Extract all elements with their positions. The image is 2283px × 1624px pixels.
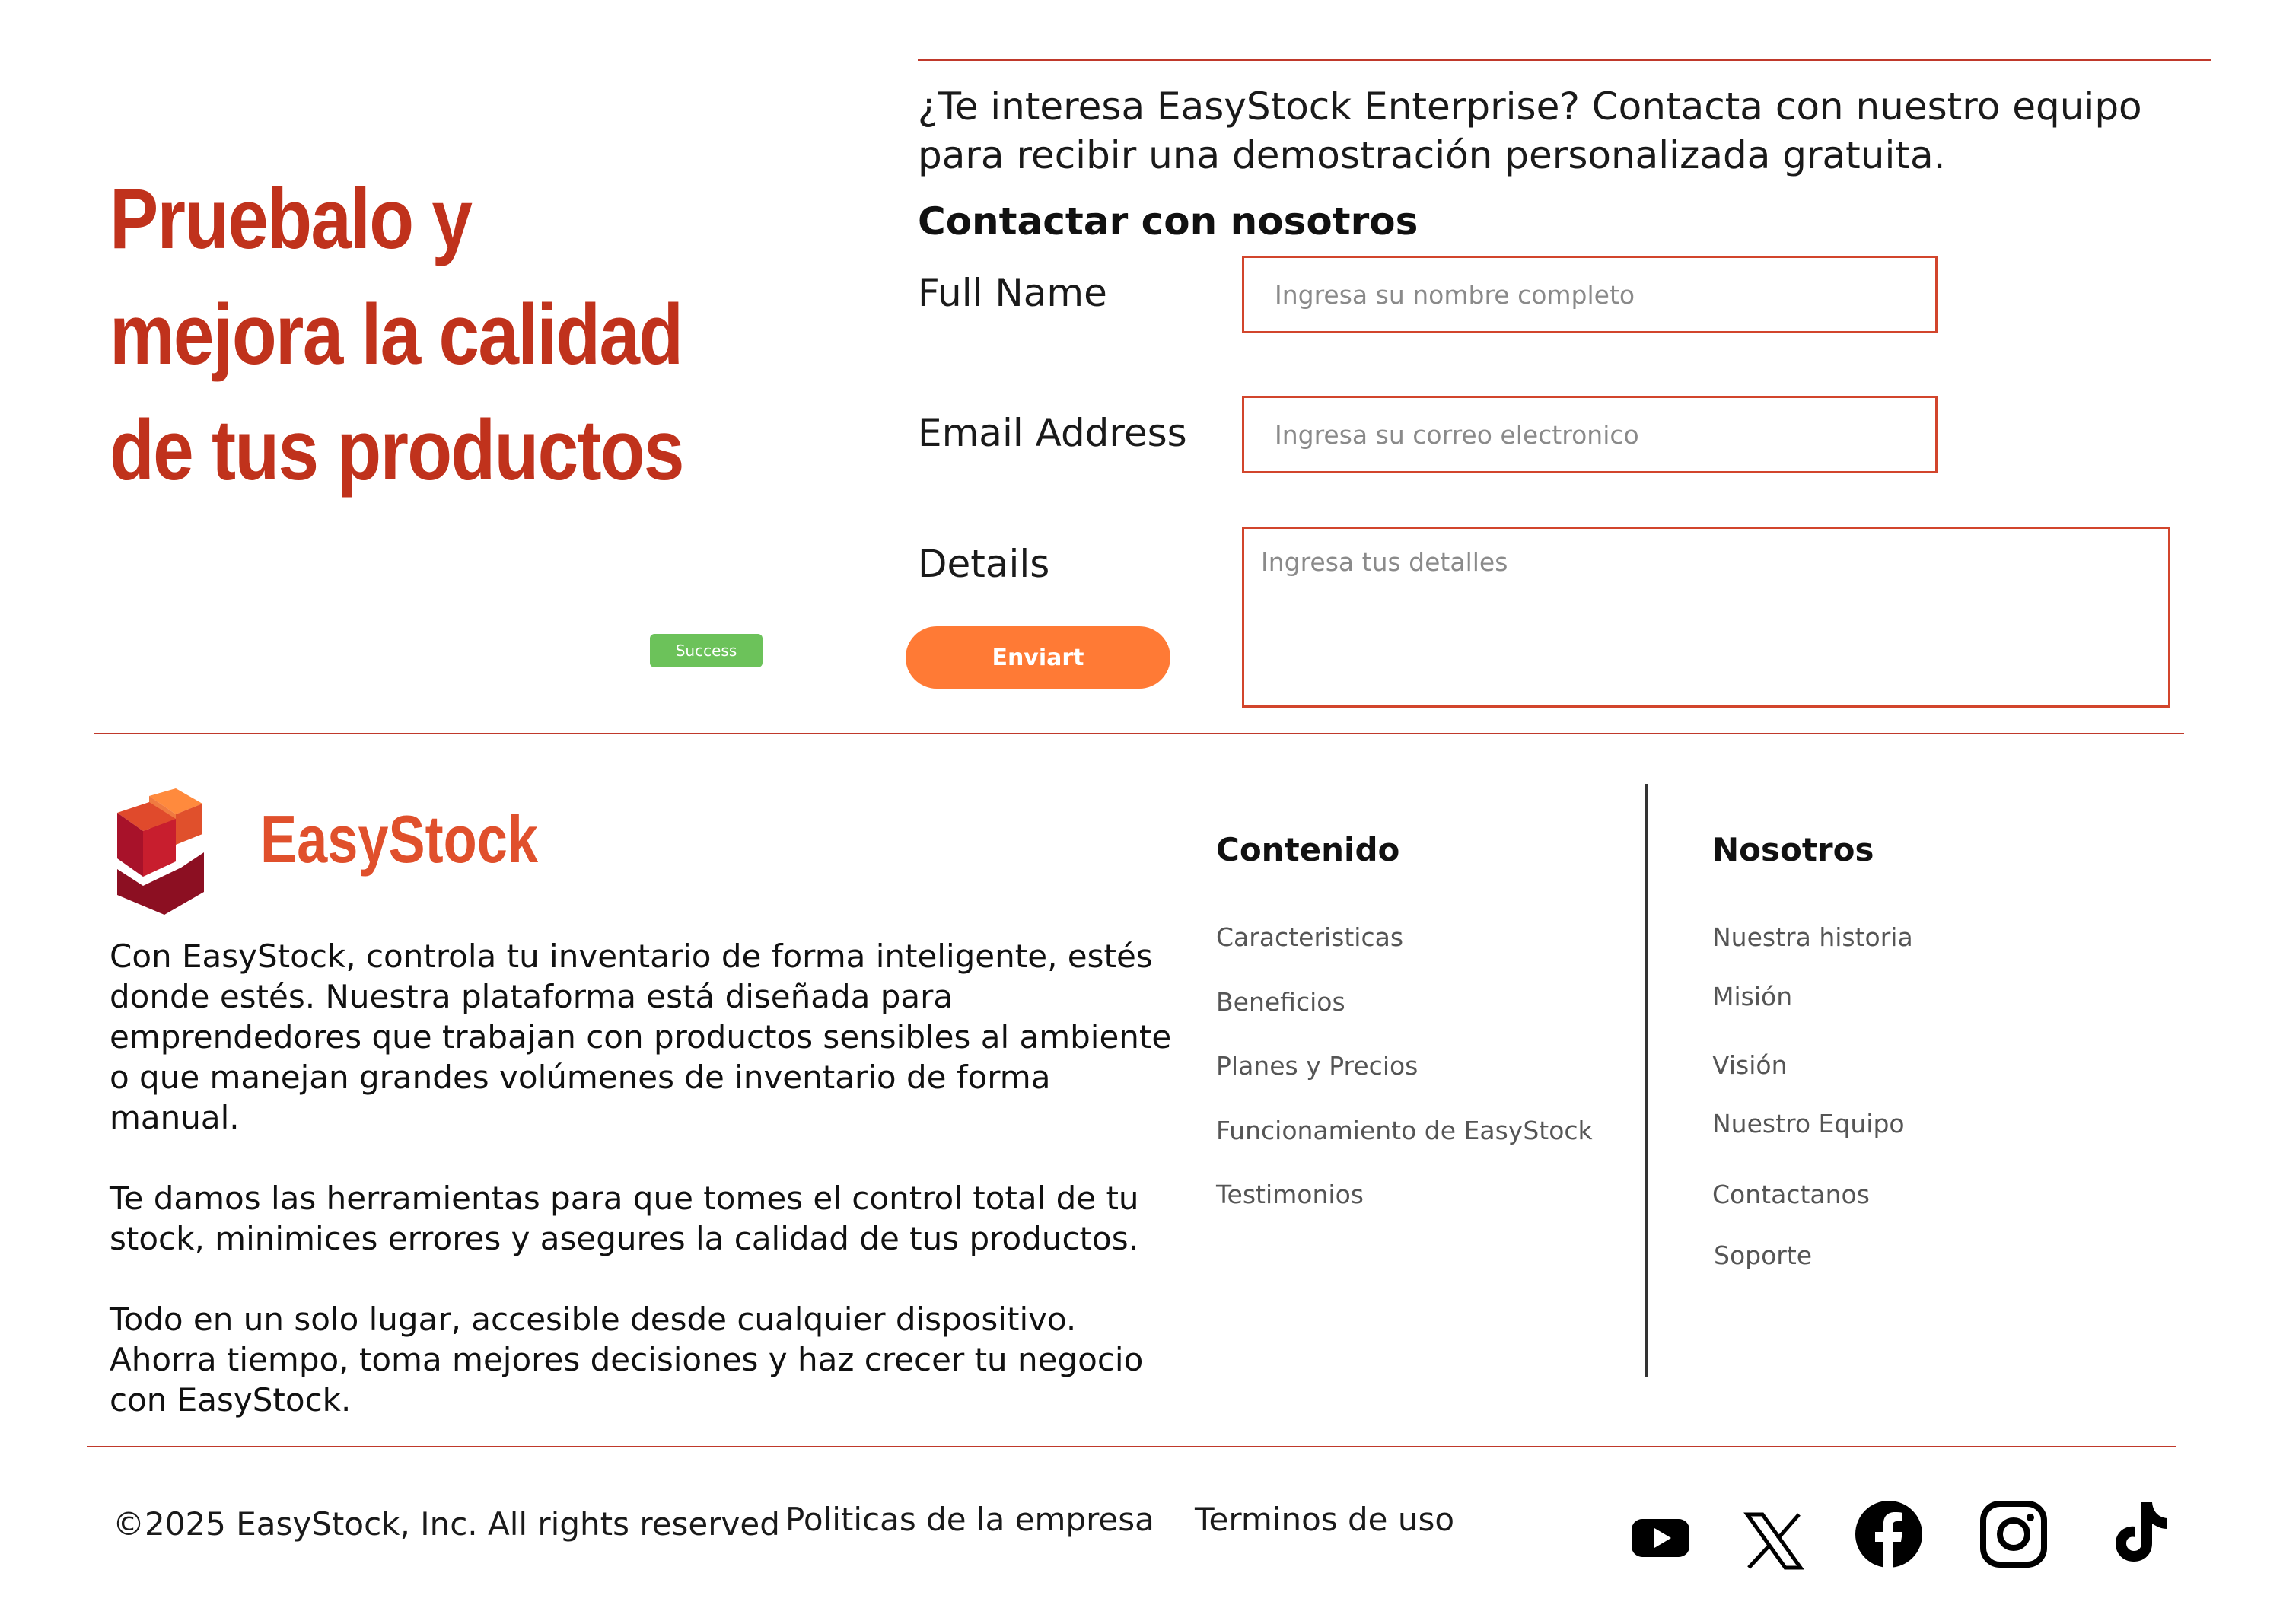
details-field[interactable]: Ingresa tus detalles xyxy=(1242,527,2170,708)
details-placeholder: Ingresa tus detalles xyxy=(1261,547,1508,577)
hero-title-line-1: Pruebalo y xyxy=(110,171,473,266)
full-name-label: Full Name xyxy=(918,271,1107,315)
about-text: Con EasyStock, controla tu inventario de… xyxy=(110,936,1190,1460)
contenido-link-planes[interactable]: Planes y Precios xyxy=(1216,1051,1418,1081)
nosotros-link-soporte[interactable]: Soporte xyxy=(1714,1240,1812,1270)
nosotros-link-historia[interactable]: Nuestra historia xyxy=(1712,922,1913,952)
nosotros-link-mision[interactable]: Misión xyxy=(1712,982,1792,1011)
contact-intro: ¿Te interesa EasyStock Enterprise? Conta… xyxy=(918,84,2142,177)
facebook-icon[interactable] xyxy=(1854,1499,1924,1569)
x-icon[interactable] xyxy=(1738,1505,1808,1575)
contenido-link-testimonios[interactable]: Testimonios xyxy=(1216,1180,1364,1209)
instagram-icon[interactable] xyxy=(1979,1499,2049,1569)
full-name-field[interactable]: Ingresa su nombre completo xyxy=(1242,256,1938,333)
submit-button[interactable]: Enviart xyxy=(906,626,1170,689)
contenido-link-caracteristicas[interactable]: Caracteristicas xyxy=(1216,922,1403,952)
about-paragraph-1: Con EasyStock, controla tu inventario de… xyxy=(110,938,1172,1136)
nosotros-link-vision[interactable]: Visión xyxy=(1712,1050,1787,1080)
contenido-heading: Contenido xyxy=(1216,831,1400,868)
hero-title-line-3: de tus productos xyxy=(110,403,684,498)
stacked-cubes-icon xyxy=(117,788,204,915)
about-paragraph-2: Te damos las herramientas para que tomes… xyxy=(110,1180,1139,1257)
nosotros-link-contactanos[interactable]: Contactanos xyxy=(1712,1180,1870,1209)
contenido-link-beneficios[interactable]: Beneficios xyxy=(1216,987,1345,1017)
about-paragraph-3: Todo en un solo lugar, accesible desde c… xyxy=(110,1301,1144,1419)
details-label: Details xyxy=(918,542,1050,586)
nosotros-heading: Nosotros xyxy=(1712,831,1874,868)
brand-name: EasyStock xyxy=(260,801,539,877)
hero-title: Pruebalo y mejora la calidad de tus prod… xyxy=(110,161,684,508)
hero-title-line-2: mejora la calidad xyxy=(110,287,683,382)
youtube-icon[interactable] xyxy=(1625,1501,1696,1571)
nosotros-link-equipo[interactable]: Nuestro Equipo xyxy=(1712,1109,1905,1138)
footer-bottom-divider xyxy=(87,1446,2176,1447)
contenido-link-funcionamiento[interactable]: Funcionamiento de EasyStock xyxy=(1216,1116,1593,1145)
copyright-text: ©2025 EasyStock, Inc. All rights reserve… xyxy=(113,1505,780,1543)
terms-link[interactable]: Terminos de uso xyxy=(1195,1501,1454,1538)
email-placeholder: Ingresa su correo electronico xyxy=(1275,419,1639,450)
full-name-placeholder: Ingresa su nombre completo xyxy=(1275,279,1635,310)
footer-column-divider xyxy=(1645,784,1648,1377)
contact-heading: Contactar con nosotros xyxy=(918,199,1419,244)
success-badge: Success xyxy=(650,634,763,667)
footer-top-divider xyxy=(94,733,2184,734)
top-divider xyxy=(918,59,2211,61)
email-label: Email Address xyxy=(918,411,1187,455)
email-field[interactable]: Ingresa su correo electronico xyxy=(1242,396,1938,473)
policies-link[interactable]: Politicas de la empresa xyxy=(785,1501,1154,1538)
tiktok-icon[interactable] xyxy=(2105,1496,2175,1566)
